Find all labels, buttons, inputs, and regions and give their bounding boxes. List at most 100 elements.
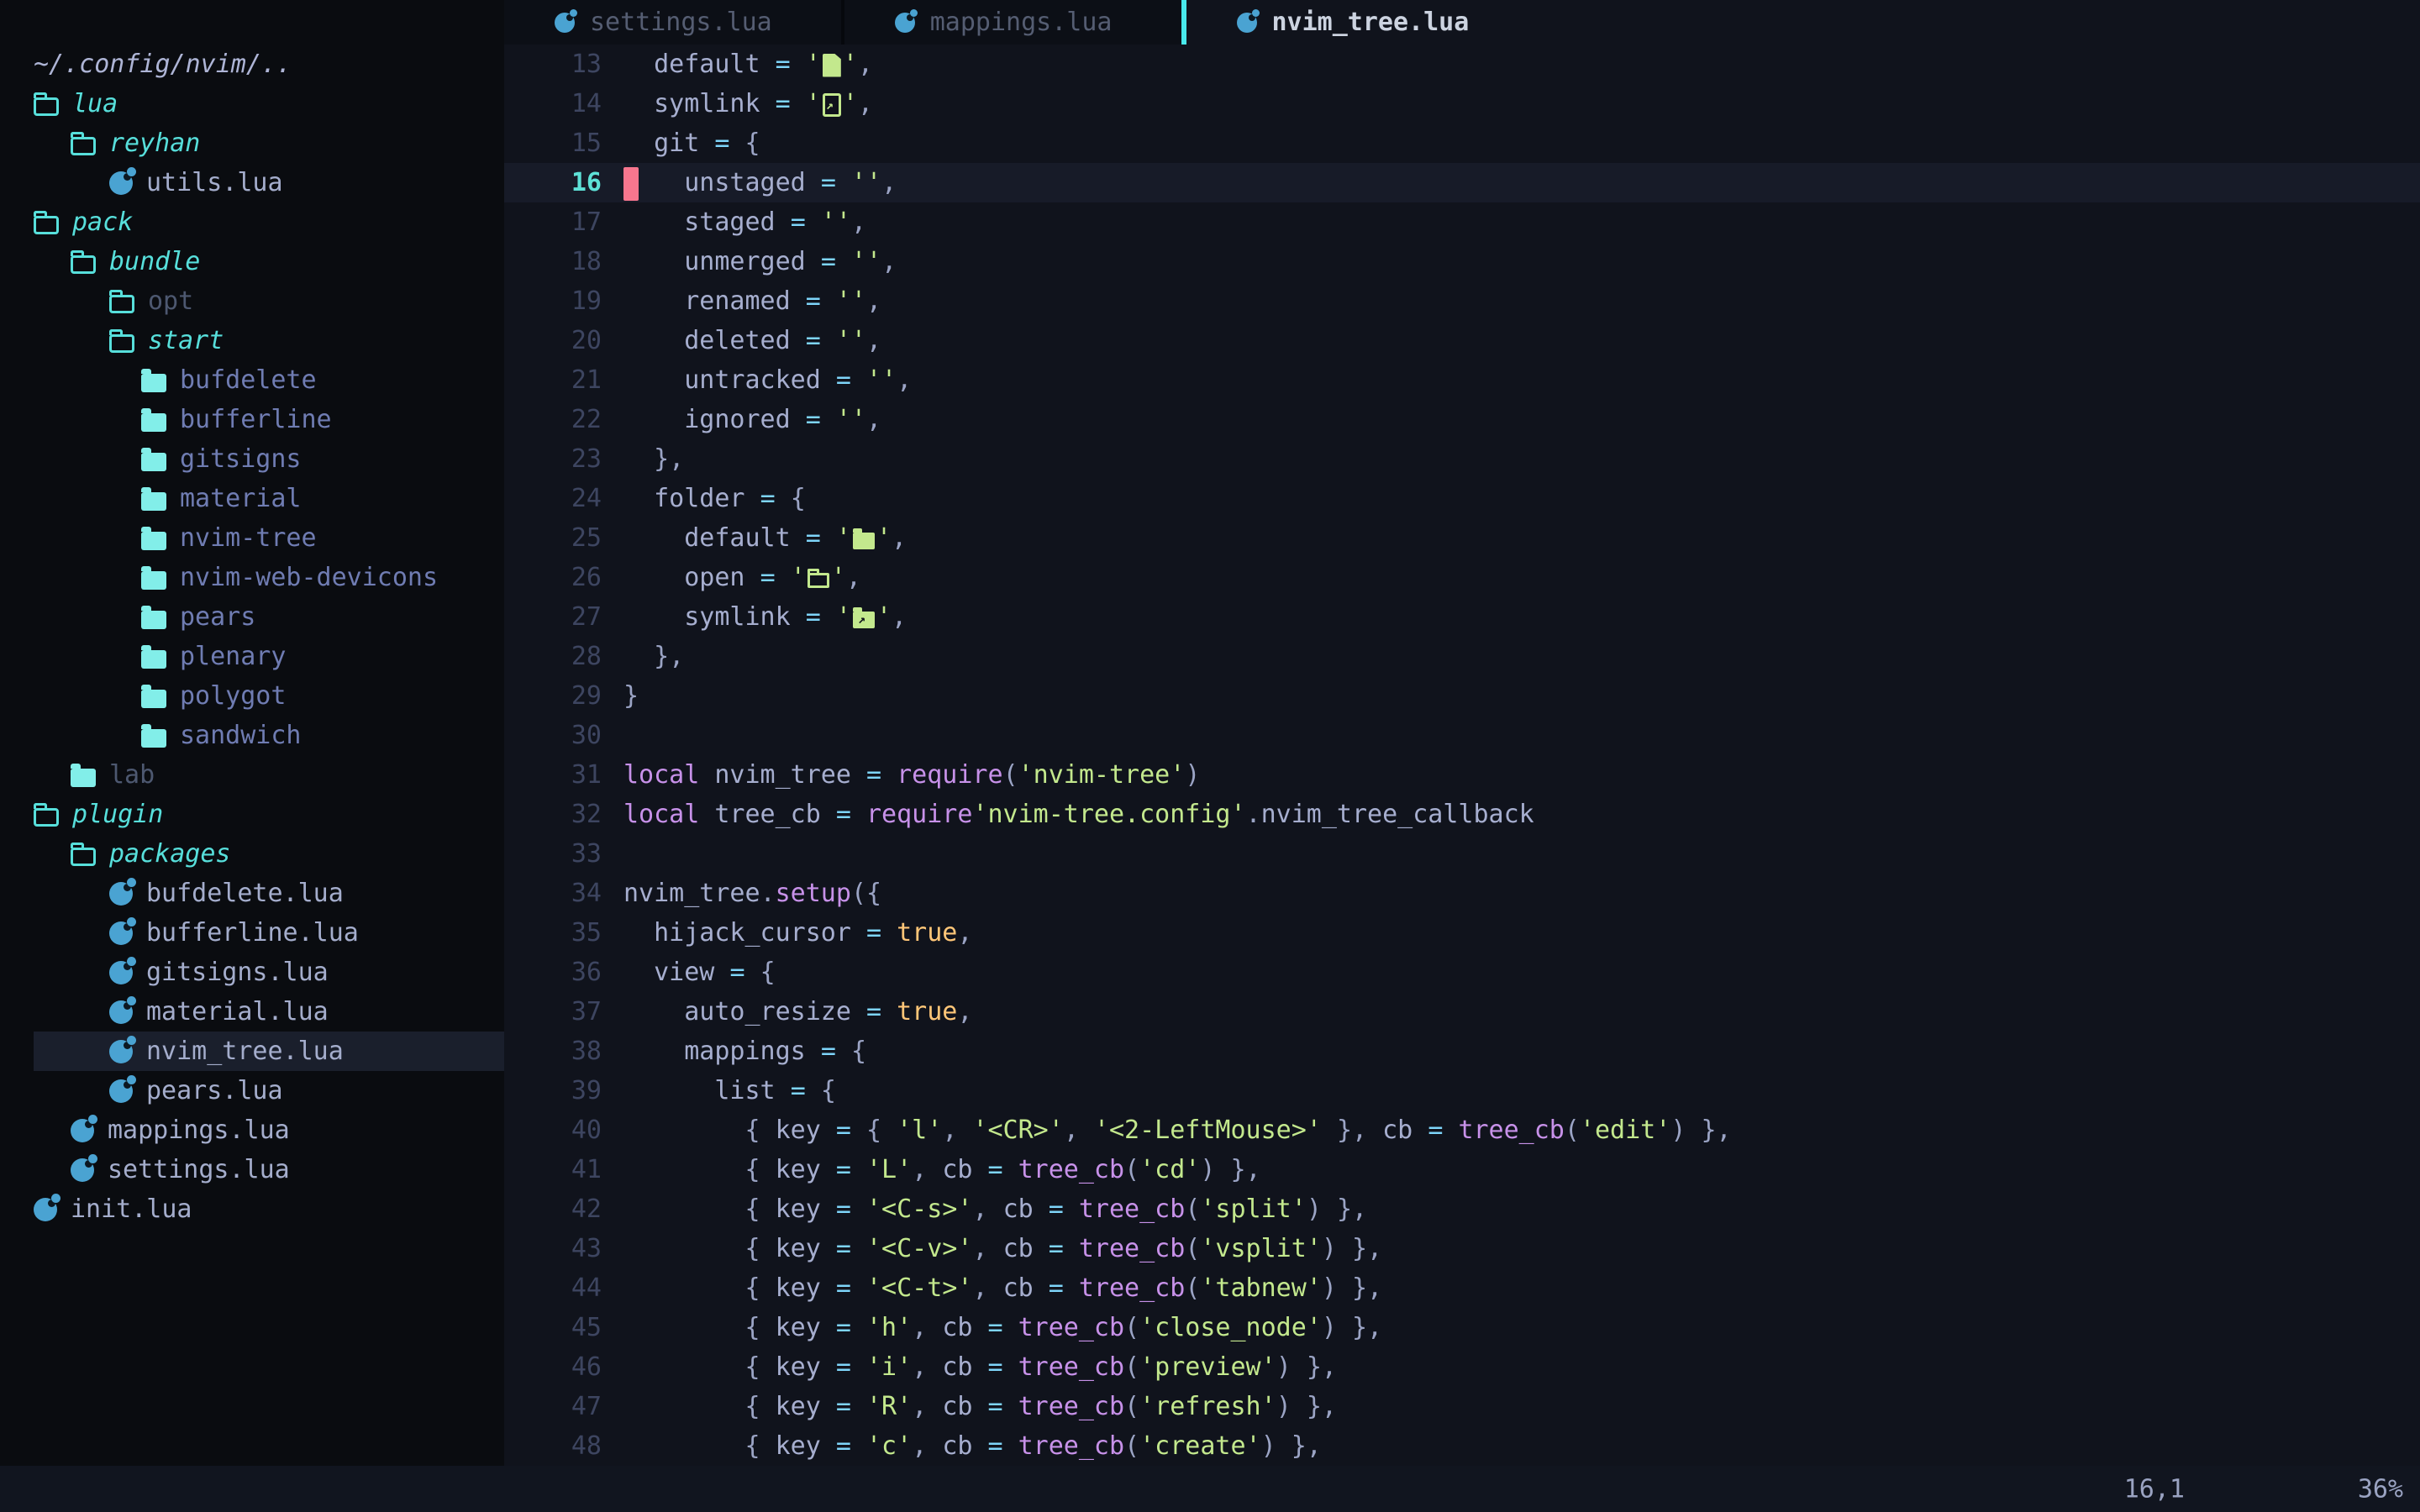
code-line[interactable]: 35 hijack_cursor = true,	[504, 913, 2420, 953]
tree-item-plugin[interactable]: plugin	[34, 795, 504, 834]
code-line[interactable]: 15 git = {	[504, 123, 2420, 163]
code-line[interactable]: 34nvim_tree.setup({	[504, 874, 2420, 913]
code-text: { key = { 'l', '<CR>', '<2-LeftMouse>' }…	[602, 1110, 1732, 1150]
code-line[interactable]: 44 { key = '<C-t>', cb = tree_cb('tabnew…	[504, 1268, 2420, 1308]
tree-item-label: reyhan	[109, 129, 200, 158]
code-line[interactable]: 38 mappings = {	[504, 1032, 2420, 1071]
code-line[interactable]: 30	[504, 716, 2420, 755]
tree-item-packages[interactable]: packages	[34, 834, 504, 874]
tree-item-label: gitsigns.lua	[146, 958, 329, 987]
tree-item-bufferline-lua[interactable]: bufferline.lua	[34, 913, 504, 953]
tree-item-start[interactable]: start	[34, 321, 504, 360]
code-line[interactable]: 45 { key = 'h', cb = tree_cb('close_node…	[504, 1308, 2420, 1347]
tree-item-pears-lua[interactable]: pears.lua	[34, 1071, 504, 1110]
line-number: 44	[504, 1268, 602, 1308]
tree-item-init-lua[interactable]: init.lua	[34, 1189, 504, 1229]
lua-icon	[109, 921, 133, 945]
tree-item-lab[interactable]: lab	[34, 755, 504, 795]
code-line[interactable]: 21 untracked = '',	[504, 360, 2420, 400]
code-text: view = {	[602, 953, 776, 992]
code-line[interactable]: 19 renamed = '',	[504, 281, 2420, 321]
code-line[interactable]: 27 symlink = '',	[504, 597, 2420, 637]
tree-item-mappings-lua[interactable]: mappings.lua	[34, 1110, 504, 1150]
tree-item-bufdelete[interactable]: bufdelete	[34, 360, 504, 400]
code-line[interactable]: 14 symlink = '',	[504, 84, 2420, 123]
code-line[interactable]: 28 },	[504, 637, 2420, 676]
tree-item-utils-lua[interactable]: utils.lua	[34, 163, 504, 202]
tree-item-nvim-web-devicons[interactable]: nvim-web-devicons	[34, 558, 504, 597]
tree-item-sandwich[interactable]: sandwich	[34, 716, 504, 755]
code-line[interactable]: 18 unmerged = '',	[504, 242, 2420, 281]
tree-item-material[interactable]: material	[34, 479, 504, 518]
code-line[interactable]: 48 { key = 'c', cb = tree_cb('create') }…	[504, 1426, 2420, 1466]
tree-item-nvim-tree[interactable]: nvim-tree	[34, 518, 504, 558]
code-line[interactable]: 22 ignored = '',	[504, 400, 2420, 439]
lua-icon	[109, 1079, 133, 1103]
code-line[interactable]: 40 { key = { 'l', '<CR>', '<2-LeftMouse>…	[504, 1110, 2420, 1150]
tab-settings-lua[interactable]: settings.lua	[504, 0, 841, 45]
tree-item-config-nvim[interactable]: ~/.config/nvim/..	[34, 45, 504, 84]
code-line[interactable]: 16 unstaged = '',	[504, 163, 2420, 202]
tab-nvim-tree-lua[interactable]: nvim_tree.lua	[1186, 0, 1539, 45]
code-text: untracked = '',	[602, 360, 912, 400]
folder-outline-icon	[34, 97, 59, 116]
code-text: { key = 'i', cb = tree_cb('preview') },	[602, 1347, 1337, 1387]
code-line[interactable]: 46 { key = 'i', cb = tree_cb('preview') …	[504, 1347, 2420, 1387]
cursor-position: 16,1	[2124, 1474, 2185, 1504]
folder-outline-icon	[71, 848, 96, 866]
code-line[interactable]: 23 },	[504, 439, 2420, 479]
tree-item-pack[interactable]: pack	[34, 202, 504, 242]
code-text	[602, 834, 623, 874]
code-line[interactable]: 41 { key = 'L', cb = tree_cb('cd') },	[504, 1150, 2420, 1189]
lua-icon	[71, 1119, 94, 1142]
code-line[interactable]: 25 default = '',	[504, 518, 2420, 558]
tree-item-gitsigns-lua[interactable]: gitsigns.lua	[34, 953, 504, 992]
tree-item-label: opt	[148, 286, 193, 316]
code-text: nvim_tree.setup({	[602, 874, 881, 913]
code-line[interactable]: 39 list = {	[504, 1071, 2420, 1110]
tree-item-lua[interactable]: lua	[34, 84, 504, 123]
code-line[interactable]: 29}	[504, 676, 2420, 716]
tab-mappings-lua[interactable]: mappings.lua	[844, 0, 1181, 45]
code-line[interactable]: 47 { key = 'R', cb = tree_cb('refresh') …	[504, 1387, 2420, 1426]
tree-item-pears[interactable]: pears	[34, 597, 504, 637]
tree-item-gitsigns[interactable]: gitsigns	[34, 439, 504, 479]
folder-outline-icon	[71, 137, 96, 155]
code-line[interactable]: 42 { key = '<C-s>', cb = tree_cb('split'…	[504, 1189, 2420, 1229]
tree-item-bufdelete-lua[interactable]: bufdelete.lua	[34, 874, 504, 913]
tree-item-label: packages	[109, 839, 231, 869]
code-line[interactable]: 17 staged = '',	[504, 202, 2420, 242]
code-line[interactable]: 24 folder = {	[504, 479, 2420, 518]
code-line[interactable]: 13 default = '',	[504, 45, 2420, 84]
tree-item-opt[interactable]: opt	[34, 281, 504, 321]
folder-icon	[853, 533, 875, 549]
tree-item-bufferline[interactable]: bufferline	[34, 400, 504, 439]
tree-item-material-lua[interactable]: material.lua	[34, 992, 504, 1032]
tree-item-bundle[interactable]: bundle	[34, 242, 504, 281]
code-line[interactable]: 36 view = {	[504, 953, 2420, 992]
code-line[interactable]: 37 auto_resize = true,	[504, 992, 2420, 1032]
indent-spacer	[34, 1090, 109, 1091]
code-text: open = '',	[602, 558, 861, 597]
folder-solid-icon	[141, 729, 166, 748]
tree-item-label: plugin	[72, 800, 163, 829]
line-number: 45	[504, 1308, 602, 1347]
code-line[interactable]: 31local nvim_tree = require('nvim-tree')	[504, 755, 2420, 795]
code-text: deleted = '',	[602, 321, 881, 360]
editor-buffer[interactable]: 13 default = '',14 symlink = '',15 git =…	[504, 45, 2420, 1466]
tree-item-nvim-tree-lua[interactable]: nvim_tree.lua	[34, 1032, 504, 1071]
code-line[interactable]: 43 { key = '<C-v>', cb = tree_cb('vsplit…	[504, 1229, 2420, 1268]
code-line[interactable]: 20 deleted = '',	[504, 321, 2420, 360]
tree-item-label: sandwich	[180, 721, 302, 750]
code-line[interactable]: 32local tree_cb = require'nvim-tree.conf…	[504, 795, 2420, 834]
tree-item-reyhan[interactable]: reyhan	[34, 123, 504, 163]
code-text: staged = '',	[602, 202, 866, 242]
tree-item-label: bufferline	[180, 405, 332, 434]
tree-item-polygot[interactable]: polygot	[34, 676, 504, 716]
tree-item-settings-lua[interactable]: settings.lua	[34, 1150, 504, 1189]
code-line[interactable]: 26 open = '',	[504, 558, 2420, 597]
folderlink-icon	[853, 612, 875, 628]
code-line[interactable]: 33	[504, 834, 2420, 874]
tree-item-plenary[interactable]: plenary	[34, 637, 504, 676]
tree-item-label: gitsigns	[180, 444, 302, 474]
